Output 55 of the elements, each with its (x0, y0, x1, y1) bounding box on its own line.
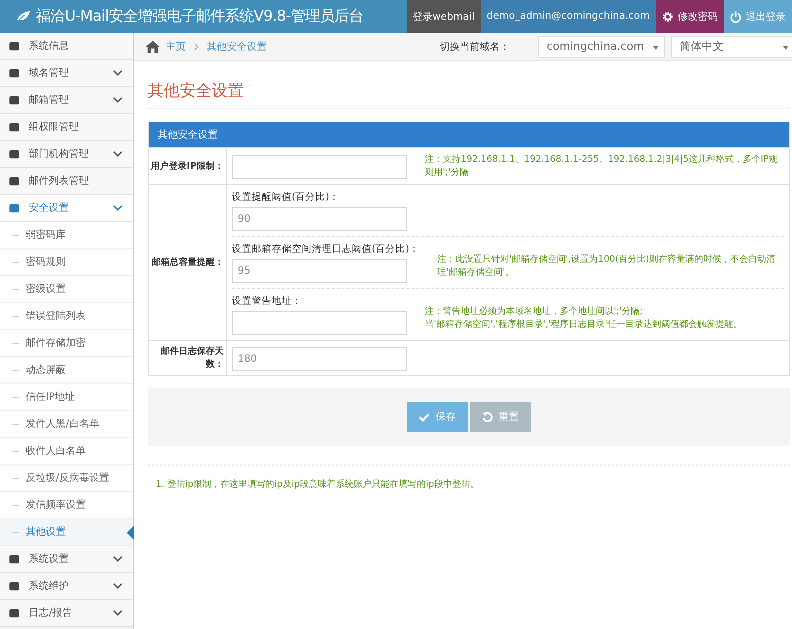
check-icon (419, 412, 430, 422)
sidebar-item[interactable]: 邮箱管理 (0, 87, 133, 114)
sidebar-subitem[interactable]: 弱密码库 (0, 222, 133, 249)
sidebar-item[interactable]: 系统维护 (0, 573, 133, 600)
gear-icon (662, 10, 674, 22)
sidebar-subitem[interactable]: 发件人黑/白名单 (0, 411, 133, 438)
sidebar-subitem[interactable]: 邮件存储加密 (0, 330, 133, 357)
note-text: 注：支持192.168.1.1、192.168.1.1-255、192.168.1.2|3|4|5这几种格式，多个IP规则用';'分隔 (425, 154, 779, 180)
input-field[interactable] (232, 311, 407, 335)
field-label: 用户登录IP限制： (149, 148, 227, 184)
leaf-icon (14, 10, 32, 24)
sidebar-subitem[interactable]: 收件人白名单 (0, 438, 133, 465)
sidebar-item[interactable]: 组权限管理 (0, 114, 133, 141)
sidebar-item[interactable]: 安全设置 (0, 195, 133, 222)
sidebar-subitem[interactable]: 发信频率设置 (0, 492, 133, 519)
field-label: 设置邮箱存储空间清理日志阈值(百分比)： (232, 243, 420, 256)
sidebar-subitem[interactable]: 动态屏蔽 (0, 357, 133, 384)
sidebar-item[interactable]: 部门机构管理 (0, 141, 133, 168)
field-label: 邮件日志保存天数： (149, 341, 227, 375)
header-link[interactable]: demo_admin@comingchina.com (480, 0, 656, 33)
sidebar-item[interactable]: 系统设置 (0, 546, 133, 573)
domain-select[interactable]: comingchina.com (538, 36, 665, 58)
header-link[interactable]: 修改密码 (656, 0, 724, 33)
footnote-text: 1. 登陆ip限制，在这里填写的ip及ip段意味着系统账户只能在填写的ip段中登陆。 (148, 464, 790, 491)
input-field[interactable] (232, 155, 407, 179)
field-label: 设置提醒阈值(百分比)： (232, 191, 340, 204)
input-field[interactable]: 180 (232, 347, 407, 371)
input-field[interactable]: 95 (232, 259, 407, 283)
sidebar-subitem[interactable]: 其他设置 (0, 519, 133, 546)
note-text: 注：此设置只针对'邮箱存储空间',设置为100(百分比)则在容量满的时候，不会自动清理'邮箱存储空间'。 (437, 254, 776, 280)
field-label: 设置警告地址： (232, 295, 303, 308)
sidebar-subitem[interactable]: 反垃圾/反病毒设置 (0, 465, 133, 492)
sidebar-item[interactable]: 域名管理 (0, 60, 133, 87)
app-title: 福洽U-Mail安全增强电子邮件系统V9.8-管理员后台 (36, 7, 364, 26)
sidebar-item[interactable]: 邮件列表管理 (0, 168, 133, 195)
input-field[interactable]: 90 (232, 207, 407, 231)
home-icon (146, 40, 160, 52)
sidebar-subitem[interactable]: 密码规则 (0, 249, 133, 276)
sidebar-item[interactable]: 系统信息 (0, 33, 133, 60)
power-icon (730, 10, 742, 22)
sidebar-subitem[interactable]: 错误登陆列表 (0, 303, 133, 330)
note-text: 注：警告地址必须为本域名地址，多个地址间以';'分隔; 当'邮箱存储空间','程序根目录','程序日志目录'任一目录达到阈值都会触发提醒。 (425, 306, 744, 332)
field-label: 邮箱总容量提醒： (149, 185, 227, 340)
sidebar-subitem[interactable]: 密级设置 (0, 276, 133, 303)
language-select[interactable]: 简体中文 (671, 36, 792, 58)
breadcrumb-link[interactable]: 其他安全设置 (207, 40, 267, 54)
chevron-right-icon (194, 42, 199, 50)
page-title: 其他安全设置 (148, 81, 790, 109)
panel-header: 其他安全设置 (149, 122, 789, 147)
domain-label: 切换当前域名： (440, 40, 510, 54)
breadcrumb-link[interactable]: 主页 (166, 40, 186, 54)
sidebar-item[interactable]: 日志/报告 (0, 600, 133, 627)
undo-icon (482, 412, 493, 422)
sidebar-subitem[interactable]: 信任IP地址 (0, 384, 133, 411)
header-link[interactable]: 登录webmail (406, 0, 481, 33)
